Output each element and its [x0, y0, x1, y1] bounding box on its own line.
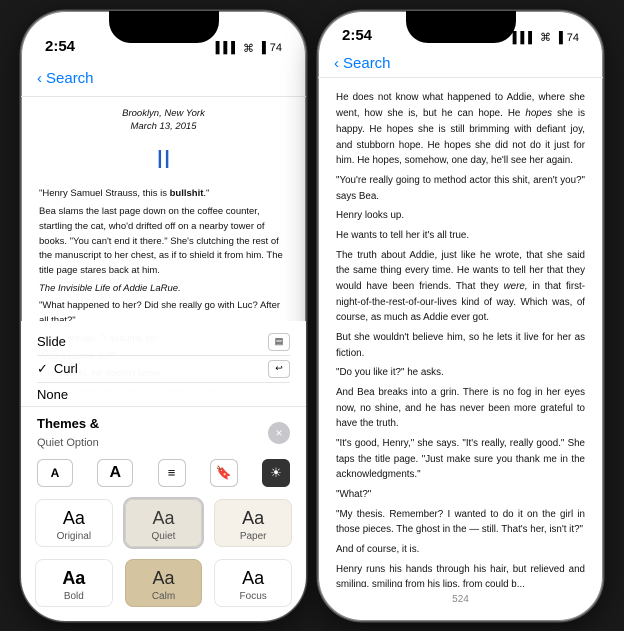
- theme-quiet-aa: Aa: [152, 508, 174, 529]
- text-align-icon: ≡: [168, 465, 176, 480]
- theme-calm[interactable]: Aa Calm: [123, 557, 205, 609]
- theme-original-aa: Aa: [63, 508, 85, 529]
- theme-original[interactable]: Aa Original: [33, 497, 115, 549]
- nav-bar-left: ‹ Search: [21, 61, 306, 97]
- battery-icon: ▐: [258, 42, 266, 54]
- time-right: 2:54: [342, 27, 372, 44]
- slide-label: Slide: [37, 334, 66, 349]
- read-para-12: And of course, it is.: [336, 542, 585, 558]
- font-large-button[interactable]: A: [97, 459, 133, 487]
- page-number: 524: [318, 588, 603, 621]
- close-button[interactable]: ×: [268, 422, 290, 444]
- slide-icon: ▤: [268, 333, 290, 351]
- themes-title: Themes &: [37, 416, 99, 431]
- book-para-2: Bea slams the last page down on the coff…: [39, 205, 288, 279]
- read-para-6: But she wouldn't believe him, so he lets…: [336, 330, 585, 361]
- panel-overlay: Slide ▤ ✓ Curl ↩ None: [21, 321, 306, 621]
- wifi-icon: ⌘: [243, 42, 254, 55]
- text-align-button[interactable]: ≡: [158, 459, 186, 487]
- notch: [109, 11, 219, 43]
- theme-bold-name: Bold: [64, 591, 84, 602]
- themes-grid: Aa Original Aa Quiet Aa: [21, 493, 306, 621]
- checkmark-icon: ✓: [37, 361, 48, 377]
- none-row[interactable]: None: [37, 382, 290, 402]
- time-left: 2:54: [45, 38, 75, 55]
- left-phone: 2:54 ▌▌▌ ⌘ ▐ 74 ‹ Search Brooklyn, New Y…: [21, 11, 306, 621]
- curl-icon: ↩: [268, 360, 290, 378]
- battery-level-right: 74: [567, 32, 579, 44]
- book-para-3: The Invisible Life of Addie LaRue.: [39, 282, 288, 297]
- chapter-number: II: [39, 139, 288, 179]
- read-para-13: Henry runs his hands through his hair, b…: [336, 562, 585, 588]
- right-phone: 2:54 ▌▌▌ ⌘ ▐ 74 ‹ Search He does not kno…: [318, 11, 603, 621]
- battery-icon-right: ▐: [555, 32, 563, 44]
- read-para-2: "You're really going to method actor thi…: [336, 173, 585, 204]
- wifi-icon-right: ⌘: [540, 31, 551, 44]
- theme-focus-aa: Aa: [242, 568, 264, 589]
- bookmark-icon: 🔖: [216, 465, 232, 481]
- read-para-8: And Bea breaks into a grin. There is no …: [336, 385, 585, 432]
- theme-calm-aa: Aa: [152, 568, 174, 589]
- read-para-4: He wants to tell her it's all true.: [336, 228, 585, 244]
- theme-quiet-name: Quiet: [152, 531, 176, 542]
- options-row: A A ≡ 🔖 ☀: [21, 455, 306, 493]
- reading-content: He does not know what happened to Addie,…: [318, 78, 603, 587]
- theme-focus-name: Focus: [240, 591, 267, 602]
- theme-focus[interactable]: Aa Focus: [212, 557, 294, 609]
- theme-quiet[interactable]: Aa Quiet: [123, 497, 205, 549]
- back-label-left: Search: [46, 70, 94, 87]
- signal-icon: ▌▌▌: [216, 42, 239, 54]
- back-chevron-icon: ‹: [37, 70, 42, 87]
- read-para-7: "Do you like it?" he asks.: [336, 365, 585, 381]
- book-para-1: "Henry Samuel Strauss, this is bullshit.…: [39, 187, 288, 202]
- read-para-5: The truth about Addie, just like he wrot…: [336, 248, 585, 326]
- brightness-button[interactable]: ☀: [262, 459, 290, 487]
- curl-label: Curl: [54, 361, 78, 376]
- theme-original-name: Original: [57, 531, 91, 542]
- brightness-icon: ☀: [270, 465, 282, 481]
- font-small-label: A: [51, 466, 60, 480]
- read-para-10: "What?": [336, 487, 585, 503]
- back-chevron-icon-right: ‹: [334, 55, 339, 72]
- back-button-left[interactable]: ‹ Search: [37, 70, 94, 87]
- read-para-1: He does not know what happened to Addie,…: [336, 90, 585, 168]
- theme-paper[interactable]: Aa Paper: [212, 497, 294, 549]
- theme-bold[interactable]: Aa Bold: [33, 557, 115, 609]
- bookmark-button[interactable]: 🔖: [210, 459, 238, 487]
- book-location: Brooklyn, New YorkMarch 13, 2015: [39, 107, 288, 134]
- animation-list: Slide ▤ ✓ Curl ↩ None: [21, 321, 306, 407]
- animation-header: Slide ▤: [37, 329, 290, 355]
- theme-paper-name: Paper: [240, 531, 267, 542]
- theme-paper-aa: Aa: [242, 508, 264, 529]
- none-label: None: [37, 387, 68, 402]
- theme-bold-aa: Aa: [62, 568, 85, 589]
- signal-icon-right: ▌▌▌: [513, 32, 536, 44]
- back-label-right: Search: [343, 55, 391, 72]
- close-icon: ×: [275, 426, 282, 440]
- font-large-label: A: [109, 464, 121, 482]
- themes-subtitle: Quiet Option: [37, 437, 99, 449]
- status-icons-left: ▌▌▌ ⌘ ▐ 74: [216, 42, 282, 55]
- read-para-3: Henry looks up.: [336, 208, 585, 224]
- nav-bar-right: ‹ Search: [318, 50, 603, 78]
- battery-level: 74: [270, 42, 282, 54]
- curl-row[interactable]: ✓ Curl ↩: [37, 355, 290, 382]
- theme-calm-name: Calm: [152, 591, 175, 602]
- status-icons-right: ▌▌▌ ⌘ ▐ 74: [513, 31, 579, 44]
- notch-right: [406, 11, 516, 43]
- back-button-right[interactable]: ‹ Search: [334, 55, 391, 72]
- read-para-9: "It's good, Henry," she says. "It's real…: [336, 436, 585, 483]
- themes-header: Themes & Quiet Option ×: [21, 407, 306, 455]
- read-para-11: "My thesis. Remember? I wanted to do it …: [336, 507, 585, 538]
- font-small-button[interactable]: A: [37, 459, 73, 487]
